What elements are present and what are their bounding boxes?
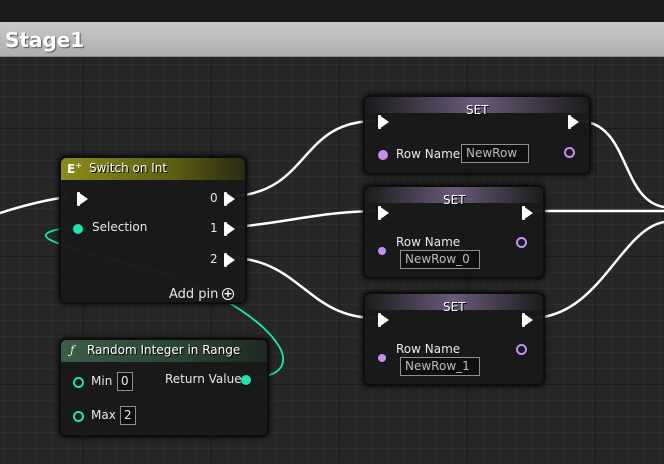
min-pin[interactable] (73, 377, 84, 388)
exec-in-pin[interactable] (77, 192, 88, 206)
set-node-1-title: SET (443, 193, 466, 207)
pin-0-label: 0 (210, 191, 218, 205)
set-node-0-title: SET (466, 103, 489, 117)
max-label: Max (91, 408, 116, 422)
set-0-row-label: Row Name (396, 147, 461, 161)
set-2-exec-in-pin[interactable] (378, 313, 389, 327)
min-value-field[interactable]: 0 (117, 372, 133, 391)
set-node-0[interactable]: SET Row Name NewRow (363, 95, 591, 175)
set-0-row-in-pin[interactable] (378, 150, 388, 160)
exec-wire-in (0, 195, 68, 215)
switch-node-title: Switch on Int (89, 161, 168, 175)
set-2-row-in-pin[interactable] (378, 354, 386, 362)
add-pin-label[interactable]: Add pin (169, 287, 218, 302)
exec-out-2-pin[interactable] (224, 253, 235, 267)
selection-label: Selection (92, 220, 148, 234)
set-1-exec-out-pin[interactable] (522, 206, 533, 220)
set-0-exec-out-pin[interactable] (568, 115, 579, 129)
blueprint-graph-canvas[interactable]: Stage1 E+ Switch on Int Selection 0 1 2 … (0, 0, 664, 464)
set-0-row-value[interactable]: NewRow (461, 144, 529, 163)
exec-out-0-pin[interactable] (224, 192, 235, 206)
max-value-field[interactable]: 2 (120, 406, 136, 425)
set-2-row-label: Row Name (396, 342, 461, 356)
switch-icon: E+ (67, 161, 82, 176)
set-node-2[interactable]: SET Row Name NewRow_1 (363, 292, 545, 386)
pin-2-label: 2 (210, 252, 218, 266)
exec-wire-out-c (532, 220, 664, 320)
add-pin-icon[interactable]: + (222, 288, 234, 300)
exec-wire-2 (235, 256, 376, 320)
set-1-row-value[interactable]: NewRow_0 (400, 250, 480, 269)
set-0-row-out-pin[interactable] (564, 147, 575, 158)
exec-wire-0 (235, 119, 376, 198)
return-value-label: Return Value (165, 372, 242, 386)
min-label: Min (91, 374, 113, 388)
set-1-row-label: Row Name (396, 235, 461, 249)
random-integer-node[interactable]: ƒ Random Integer in Range Min 0 Max 2 Re… (59, 338, 269, 437)
pin-1-label: 1 (210, 221, 218, 235)
switch-on-int-node[interactable]: E+ Switch on Int Selection 0 1 2 Add pin… (59, 156, 247, 304)
set-node-2-title: SET (443, 300, 466, 314)
exec-wire-1 (235, 209, 376, 229)
set-0-exec-in-pin[interactable] (378, 115, 389, 129)
random-node-title: Random Integer in Range (87, 343, 241, 357)
set-2-row-value[interactable]: NewRow_1 (400, 357, 480, 376)
function-icon: ƒ (70, 343, 75, 357)
set-1-row-out-pin[interactable] (516, 237, 527, 248)
set-node-1[interactable]: SET Row Name NewRow_0 (363, 185, 545, 279)
set-1-row-in-pin[interactable] (378, 247, 386, 255)
max-pin[interactable] (73, 411, 84, 422)
set-1-exec-in-pin[interactable] (378, 206, 389, 220)
exec-out-1-pin[interactable] (224, 222, 235, 236)
return-value-pin[interactable] (241, 375, 251, 385)
selection-pin[interactable] (73, 224, 83, 234)
set-2-exec-out-pin[interactable] (522, 313, 533, 327)
set-2-row-out-pin[interactable] (516, 344, 527, 355)
